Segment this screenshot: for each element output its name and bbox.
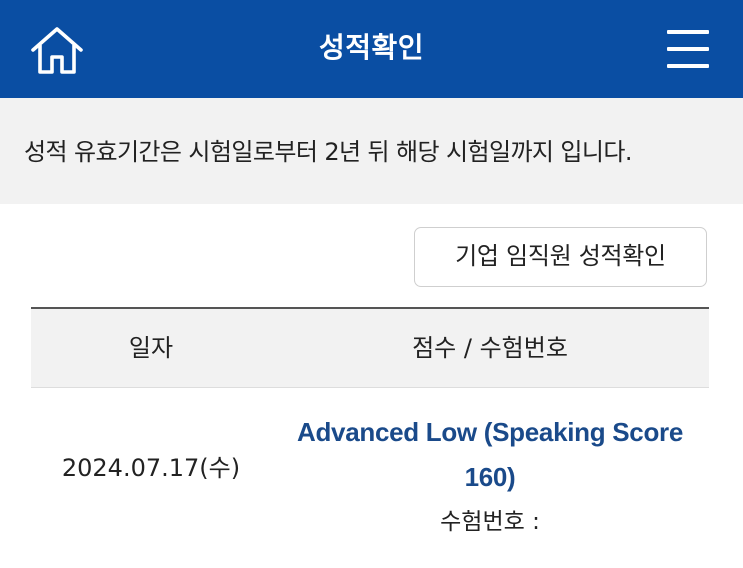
exam-date: 2024.07.17(수) <box>61 454 241 482</box>
page-title: 성적확인 <box>318 31 425 64</box>
score-text-line2: 160) <box>464 462 516 492</box>
column-header-score: 점수 / 수험번호 <box>412 334 568 362</box>
column-header-date: 일자 <box>128 334 174 362</box>
notice-text: 성적 유효기간은 시험일로부터 2년 뒤 해당 시험일까지 입니다. <box>24 138 633 166</box>
score-text-line1: Advanced Low (Speaking Score <box>296 417 684 447</box>
hamburger-menu-icon[interactable] <box>664 30 712 70</box>
table-header: 일자 점수 / 수험번호 <box>31 309 709 388</box>
top-app-bar: 성적확인 <box>0 0 743 98</box>
validity-notice: 성적 유효기간은 시험일로부터 2년 뒤 해당 시험일까지 입니다. <box>0 98 743 204</box>
table-row: 2024.07.17(수) Advanced Low (Speaking Sco… <box>31 388 709 568</box>
score-check-page: 성적확인 성적 유효기간은 시험일로부터 2년 뒤 해당 시험일까지 입니다. … <box>0 0 743 568</box>
exam-number-label: 수험번호 : <box>440 509 540 535</box>
score-cell: Advanced Low (Speaking Score 160) 수험번호 : <box>271 410 709 540</box>
score-link[interactable]: Advanced Low (Speaking Score 160) <box>271 410 709 500</box>
corporate-employee-score-button[interactable]: 기업 임직원 성적확인 <box>414 227 707 287</box>
